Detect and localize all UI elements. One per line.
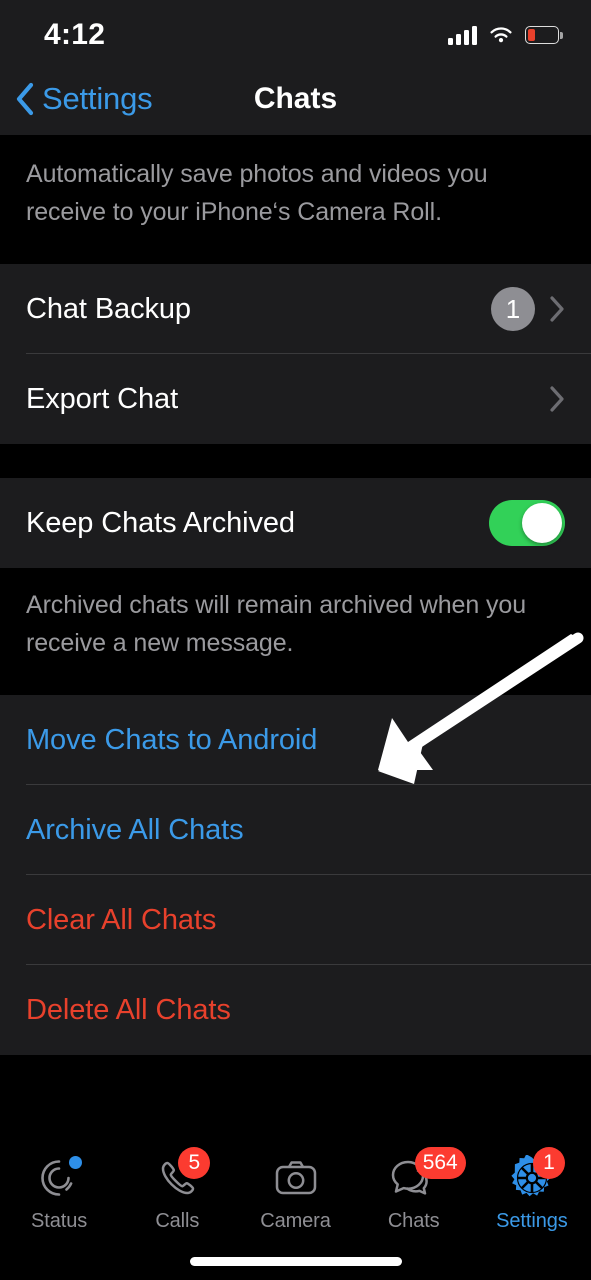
section-gap [0,444,591,478]
row-clear-all-chats-label: Clear All Chats [26,903,217,936]
row-export-chat-accessory [549,385,565,413]
row-chat-backup[interactable]: Chat Backup 1 [0,264,591,354]
tab-settings-icon-wrap: 1 [503,1147,565,1203]
tab-status-icon-wrap [30,1153,88,1203]
tab-camera[interactable]: Camera [236,1153,354,1233]
keep-chats-archived-toggle[interactable] [489,500,565,546]
chat-backup-count-badge: 1 [491,287,535,331]
page-title: Chats [253,81,338,115]
status-bar-indicators [448,22,563,48]
tab-chats-icon-wrap: 564 [385,1147,466,1203]
row-move-chats-to-android[interactable]: Move Chats to Android [0,695,591,785]
tab-calls-label: Calls [155,1210,200,1232]
tab-calls[interactable]: 5 Calls [118,1147,236,1233]
row-export-chat[interactable]: Export Chat [0,354,591,444]
cellular-signal-icon [448,25,477,45]
tab-chats[interactable]: 564 Chats [355,1147,473,1233]
chevron-right-icon [550,386,564,412]
toggle-knob [522,503,562,543]
chat-actions-group: Move Chats to Android Archive All Chats … [0,695,591,1055]
row-keep-chats-archived-label: Keep Chats Archived [26,506,295,539]
row-chat-backup-accessory: 1 [491,287,565,331]
tab-settings[interactable]: 1 Settings [473,1147,591,1233]
row-clear-all-chats[interactable]: Clear All Chats [0,875,591,965]
camera-icon [275,1161,316,1195]
row-keep-chats-archived[interactable]: Keep Chats Archived [0,478,591,568]
status-bar-clock: 4:12 [44,18,106,51]
row-archive-all-chats[interactable]: Archive All Chats [0,785,591,875]
archive-footnote: Archived chats will remain archived when… [26,591,526,657]
tab-settings-label: Settings [496,1210,568,1232]
tab-calls-badge: 5 [178,1147,211,1179]
row-delete-all-chats-label: Delete All Chats [26,993,231,1026]
tab-status[interactable]: Status [0,1153,118,1233]
navigation-bar: Settings Chats [0,62,591,135]
tab-chats-badge: 564 [414,1147,466,1179]
media-autosave-footnote: Automatically save photos and videos you… [26,160,488,226]
settings-content: Automatically save photos and videos you… [0,135,591,1280]
row-move-chats-to-android-label: Move Chats to Android [26,723,318,756]
home-indicator[interactable] [189,1257,402,1266]
row-chat-backup-label: Chat Backup [26,292,191,325]
phone-screen: 4:12 Settings Chats Automatically save p… [0,0,591,1280]
row-delete-all-chats[interactable]: Delete All Chats [0,965,591,1055]
tab-camera-label: Camera [260,1210,331,1232]
battery-low-icon [525,26,563,44]
wifi-icon [490,27,512,43]
chevron-right-icon [550,296,564,322]
archive-group: Keep Chats Archived [0,478,591,568]
tab-settings-badge: 1 [532,1147,565,1179]
tab-camera-icon-wrap [267,1153,325,1203]
row-archive-all-chats-label: Archive All Chats [26,813,244,846]
tab-calls-icon-wrap: 5 [148,1147,211,1203]
tab-chats-label: Chats [387,1210,440,1232]
tab-bar: Status 5 Calls Camera 564 Chats 1 Settin… [0,1135,591,1280]
backup-group: Chat Backup 1 Export Chat [0,264,591,444]
status-unread-dot [69,1156,83,1169]
row-export-chat-label: Export Chat [26,382,179,415]
tab-status-label: Status [31,1210,88,1232]
status-bar: 4:12 [0,0,591,62]
